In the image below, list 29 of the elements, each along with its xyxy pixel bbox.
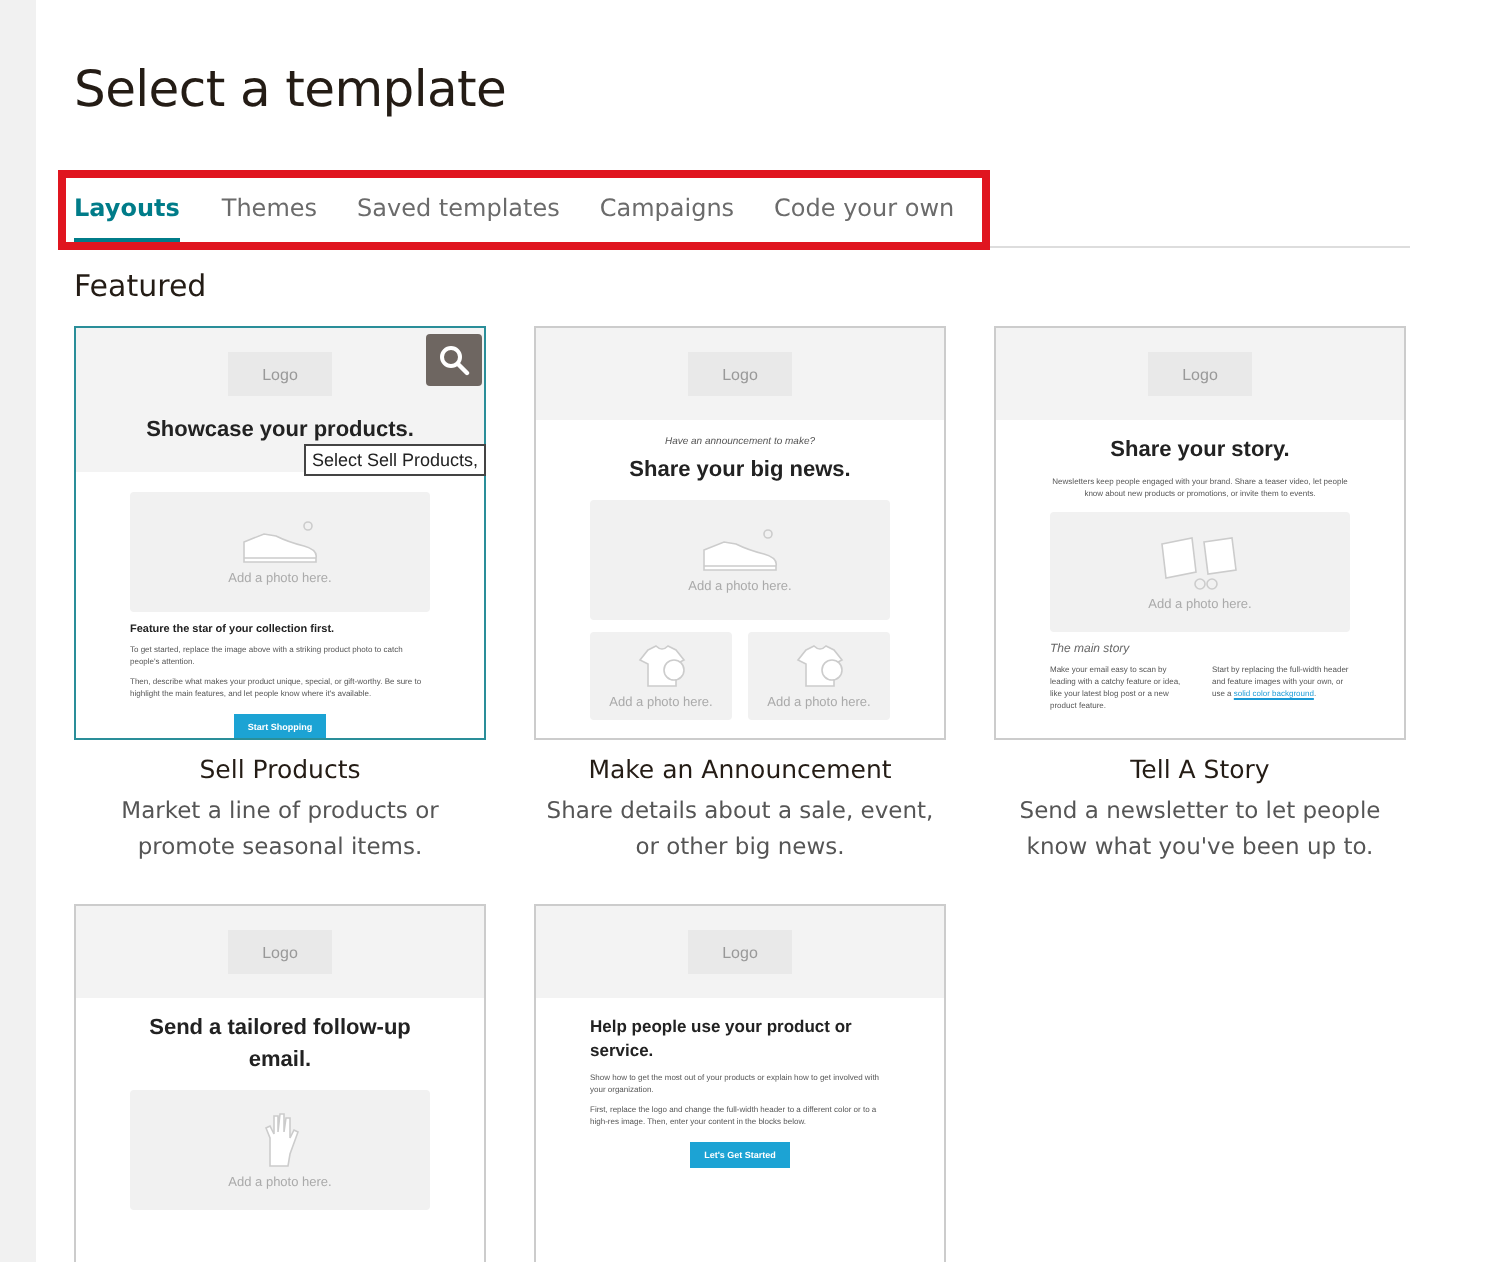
template-thumbnail[interactable] bbox=[534, 904, 946, 1262]
template-description: Market a line of products or promote seasonal items. bbox=[119, 794, 441, 864]
tab[interactable]: Saved templates bbox=[337, 178, 580, 242]
tab[interactable]: Campaigns bbox=[579, 178, 755, 242]
template-description: Share details about a sale, event, or other big news. bbox=[544, 794, 936, 864]
template-name: Sell Products bbox=[199, 754, 361, 784]
email-heading: Share your story. bbox=[1108, 436, 1292, 466]
section-heading: Featured bbox=[74, 268, 209, 308]
logo-placeholder: Logo bbox=[688, 930, 792, 974]
tab[interactable]: Layouts bbox=[74, 178, 180, 242]
template-thumbnail[interactable] bbox=[74, 326, 486, 740]
page-title: Select a template bbox=[74, 60, 509, 122]
logo-placeholder: Logo bbox=[228, 930, 332, 974]
template-name: Tell A Story bbox=[1130, 754, 1270, 784]
template-description: Send a newsletter to let people know what you've been up to. bbox=[1017, 794, 1383, 864]
logo-placeholder: Logo bbox=[1148, 352, 1252, 396]
email-heading: Showcase your products. bbox=[144, 416, 416, 446]
logo-placeholder: Logo bbox=[228, 352, 332, 396]
logo-placeholder: Logo bbox=[688, 352, 792, 396]
tab[interactable]: Code your own bbox=[754, 178, 975, 242]
search-button[interactable] bbox=[426, 334, 482, 386]
tooltip: Select Sell Products, bbox=[304, 444, 487, 476]
search-icon bbox=[438, 344, 470, 376]
email-heading: Send a tailored follow-up email. bbox=[147, 1014, 413, 1076]
template-name: Make an Announcement bbox=[588, 754, 892, 784]
template-thumbnail[interactable] bbox=[994, 326, 1406, 740]
email-heading: Share your big news. bbox=[627, 456, 853, 486]
tab[interactable]: Themes bbox=[201, 178, 338, 242]
email-heading: Help people use your product or service. bbox=[590, 1014, 854, 1064]
